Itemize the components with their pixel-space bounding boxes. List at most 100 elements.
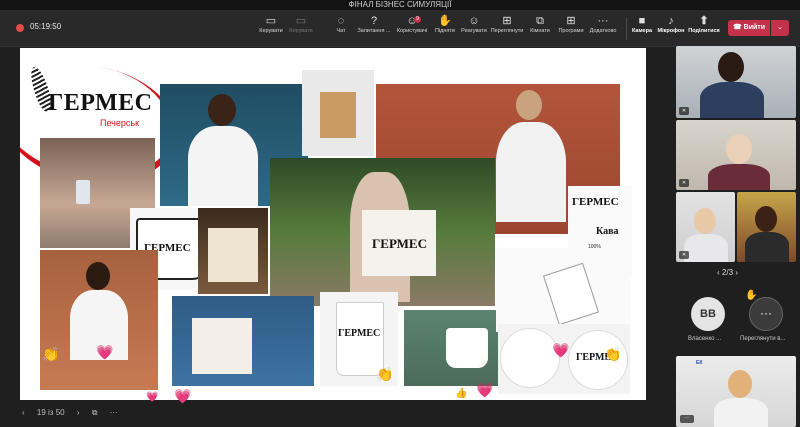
recording-icon [16, 24, 24, 32]
coffee-brand: ГЕРМЕС [572, 196, 619, 208]
participant-avatar[interactable]: ВВ [691, 297, 725, 331]
window-title: ФІНАЛ БІЗНЕС СИМУЛЯЦІЇ [0, 0, 800, 10]
person-head [728, 370, 752, 398]
person-head [86, 262, 110, 290]
person-head [718, 52, 744, 82]
person-body [684, 234, 728, 262]
person-head [516, 90, 542, 120]
video-tile-2[interactable]: ✕ [676, 120, 796, 190]
view-icon: ⊞ [502, 15, 512, 27]
heart-reaction-icon: 💗 [476, 382, 494, 398]
toolbar-qa-button[interactable]: ? Запитання ... [356, 14, 392, 42]
slide-counter: 19 із 50 [36, 408, 65, 417]
share-icon: ⬆ [699, 15, 709, 27]
toolbar-take-control-button[interactable]: ▭ Керувати [286, 14, 316, 42]
toolbar-more-button[interactable]: ··· Додатково [588, 14, 618, 42]
person-body [700, 82, 764, 118]
slide-pager: ‹ 19 із 50 › ⧉ ··· [22, 408, 128, 418]
slide-grid-icon[interactable]: ⧉ [92, 408, 98, 417]
rooms-icon: ⧉ [536, 15, 544, 27]
heart-reaction-icon: 💗 [146, 392, 159, 403]
photo-tote-street: ГЕРМЕС [270, 158, 495, 306]
tote-icon [208, 228, 258, 282]
meeting-toolbar: 05:19:50 ▭ Керувати ▭ Керувати ◌ Чат ? З… [0, 10, 800, 47]
toolbar-chat-button[interactable]: ◌ Чат [330, 14, 352, 42]
toolbar-apps-button[interactable]: ⊞ Програми [556, 14, 586, 42]
video-tile-3[interactable]: ✕ [676, 192, 735, 262]
photo-notebook [496, 248, 630, 332]
video-tile-1[interactable]: ✕ [676, 46, 796, 118]
video-pager: ‹ 2/3 › [717, 268, 738, 277]
view-all-label: Переглянути в... [740, 336, 786, 342]
present-icon: ▭ [265, 15, 277, 27]
prev-video-page-button[interactable]: ‹ [717, 268, 720, 277]
person-head [755, 206, 777, 232]
slide-more-icon[interactable]: ··· [110, 408, 118, 417]
person-head [726, 134, 752, 164]
self-video-more-button[interactable]: ··· [680, 415, 694, 423]
brand-subtitle: Печерськ [100, 118, 140, 128]
people-icon: ☺ [406, 15, 418, 27]
participant-name: Власенко ... [688, 336, 722, 342]
mic-muted-icon: ✕ [679, 179, 689, 187]
toolbar-present-button[interactable]: ▭ Керувати [256, 14, 286, 42]
view-all-participants-button[interactable]: ··· [749, 297, 783, 331]
react-icon: ☺ [468, 15, 480, 27]
heart-reaction-icon: 💗 [96, 344, 114, 360]
photo-man-tshirt [40, 250, 158, 390]
toolbar-react-button[interactable]: ☺ Реагувати [460, 14, 488, 42]
phone-icon: ☎ [732, 24, 742, 31]
coffee-label: Кава [596, 226, 619, 237]
toolbar-share-button[interactable]: ⬆ Поділитися [688, 14, 720, 42]
paper-cup-icon [336, 302, 384, 376]
take-control-icon: ▭ [295, 15, 307, 27]
photo-paper-bag [302, 70, 374, 156]
mic-muted-icon: ✕ [679, 251, 689, 259]
brand-name: ГЕРМЕС [48, 90, 153, 116]
person-body [708, 164, 770, 190]
paper-bag-icon [320, 92, 356, 138]
notebook-icon [542, 262, 600, 326]
heart-reaction-icon: 💗 [174, 388, 192, 404]
people-count-badge: 9 [414, 16, 421, 23]
toolbar-mic-button[interactable]: ♪ Мікрофон [656, 14, 686, 42]
photo-tote-small [198, 208, 268, 294]
clap-reaction-icon: 👏 [376, 366, 394, 382]
toolbar-raise-hand-button[interactable]: ✋ Підняти [432, 14, 458, 42]
clap-reaction-icon: 👏 [604, 346, 622, 362]
person-head [694, 208, 716, 234]
cup-brand: ГЕРМЕС [338, 328, 381, 339]
person-body [714, 398, 768, 427]
toolbar-rooms-button[interactable]: ⧉ Кімнати [527, 14, 553, 42]
video-tile-4[interactable] [737, 192, 796, 262]
apps-icon: ⊞ [566, 15, 576, 27]
next-slide-button[interactable]: › [77, 408, 80, 417]
prev-slide-button[interactable]: ‹ [22, 408, 25, 417]
leave-dropdown-button[interactable]: ⌄ [771, 20, 789, 36]
camera-icon: ■ [638, 15, 646, 27]
heart-reaction-icon: 💗 [552, 342, 570, 358]
photo-hands-mug [404, 310, 504, 386]
toolbar-people-button[interactable]: ☺ 9 Користувачі [395, 14, 429, 42]
meeting-timer: 05:19:50 [30, 22, 62, 31]
person-head [208, 94, 236, 126]
mic-muted-icon: ✕ [679, 107, 689, 115]
toolbar-divider [626, 18, 627, 40]
next-video-page-button[interactable]: › [735, 268, 738, 277]
person-hoodie [496, 122, 566, 222]
sticker-icon [500, 328, 560, 388]
leave-button[interactable]: ☎ Вийти [728, 20, 770, 36]
person-body [745, 232, 789, 262]
mug-icon [446, 328, 488, 368]
cup-icon [76, 180, 90, 204]
toolbar-camera-button[interactable]: ■ Камера [630, 14, 654, 42]
toolbar-view-button[interactable]: ⊞ Переглянути [490, 14, 524, 42]
org-logo: ЕК [696, 360, 703, 366]
tote-brand: ГЕРМЕС [372, 236, 427, 251]
raise-hand-icon: ✋ [438, 15, 452, 27]
chat-icon: ◌ [337, 15, 345, 27]
qa-icon: ? [370, 15, 378, 27]
photo-tote-seated [172, 296, 314, 386]
self-video-tile[interactable]: ЕК ··· [676, 356, 796, 427]
tote-icon [192, 318, 252, 374]
